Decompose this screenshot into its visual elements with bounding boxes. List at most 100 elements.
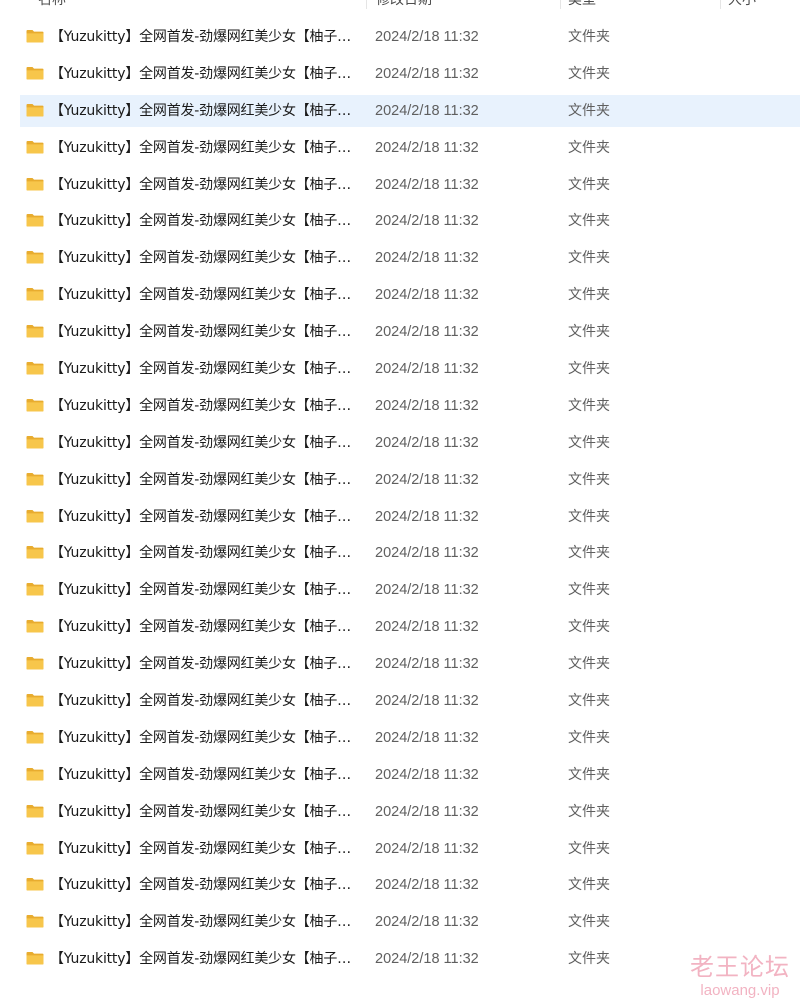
modified-date: 2024/2/18 11:32 [375, 397, 479, 414]
column-header-date[interactable]: 修改日期 [376, 0, 432, 9]
file-name: 【Yuzukitty】全网首发-劲爆网红美少女【柚子猫】 [50, 471, 362, 488]
list-item[interactable]: 【Yuzukitty】全网首发-劲爆网红美少女【柚子猫】 2024/2/18 11… [0, 56, 800, 93]
column-divider[interactable] [560, 0, 561, 9]
file-type: 文件夹 [568, 803, 610, 820]
file-name: 【Yuzukitty】全网首发-劲爆网红美少女【柚子猫】 [50, 213, 362, 230]
file-name: 【Yuzukitty】全网首发-劲爆网红美少女【柚子猫】 [50, 324, 362, 341]
list-item[interactable]: 【Yuzukitty】全网首发-劲爆网红美少女【柚子猫】 2024/2/18 11… [0, 351, 800, 388]
list-item[interactable]: 【Yuzukitty】全网首发-劲爆网红美少女【柚子猫】 2024/2/18 11… [0, 831, 800, 868]
file-name: 【Yuzukitty】全网首发-劲爆网红美少女【柚子猫】 [50, 508, 362, 525]
file-name: 【Yuzukitty】全网首发-劲爆网红美少女【柚子猫】 [50, 803, 362, 820]
folder-icon [26, 545, 44, 559]
folder-icon [26, 29, 44, 43]
modified-date: 2024/2/18 11:32 [375, 213, 479, 230]
list-item[interactable]: 【Yuzukitty】全网首发-劲爆网红美少女【柚子猫】 2024/2/18 11… [0, 794, 800, 831]
modified-date: 2024/2/18 11:32 [375, 324, 479, 341]
folder-icon [26, 656, 44, 670]
modified-date: 2024/2/18 11:32 [375, 471, 479, 488]
folder-icon [26, 66, 44, 80]
list-item[interactable]: 【Yuzukitty】全网首发-劲爆网红美少女【柚子猫】 2024/2/18 11… [0, 646, 800, 683]
folder-icon [26, 177, 44, 191]
list-item[interactable]: 【Yuzukitty】全网首发-劲爆网红美少女【柚子猫】 2024/2/18 11… [0, 277, 800, 314]
modified-date: 2024/2/18 11:32 [375, 729, 479, 746]
modified-date: 2024/2/18 11:32 [375, 176, 479, 193]
file-type: 文件夹 [568, 29, 610, 45]
list-item[interactable]: 【Yuzukitty】全网首发-劲爆网红美少女【柚子猫】 2024/2/18 11… [0, 462, 800, 499]
list-item[interactable]: 【Yuzukitty】全网首发-劲爆网红美少女【柚子猫】 2024/2/18 11… [0, 720, 800, 757]
list-item[interactable]: 【Yuzukitty】全网首发-劲爆网红美少女【柚子猫】 2024/2/18 11… [0, 19, 800, 56]
list-item[interactable]: 【Yuzukitty】全网首发-劲爆网红美少女【柚子猫】 2024/2/18 11… [0, 425, 800, 462]
file-type: 文件夹 [568, 139, 610, 156]
folder-icon [26, 435, 44, 449]
list-item[interactable]: 【Yuzukitty】全网首发-劲爆网红美少女【柚子猫】 2024/2/18 11… [0, 240, 800, 277]
modified-date: 2024/2/18 11:32 [375, 582, 479, 599]
modified-date: 2024/2/18 11:32 [375, 65, 479, 82]
file-name: 【Yuzukitty】全网首发-劲爆网红美少女【柚子猫】 [50, 656, 362, 673]
list-item[interactable]: 【Yuzukitty】全网首发-劲爆网红美少女【柚子猫】 2024/2/18 11… [0, 203, 800, 240]
file-name: 【Yuzukitty】全网首发-劲爆网红美少女【柚子猫】 [50, 877, 362, 894]
file-type: 文件夹 [568, 619, 610, 636]
column-header-name[interactable]: 名称 [38, 0, 66, 9]
folder-icon [26, 509, 44, 523]
file-name: 【Yuzukitty】全网首发-劲爆网红美少女【柚子猫】 [50, 545, 362, 562]
file-type: 文件夹 [568, 914, 610, 931]
file-type: 文件夹 [568, 545, 610, 562]
list-item[interactable]: 【Yuzukitty】全网首发-劲爆网红美少女【柚子猫】 2024/2/18 11… [0, 683, 800, 720]
file-type: 文件夹 [568, 729, 610, 746]
folder-icon [26, 287, 44, 301]
modified-date: 2024/2/18 11:32 [375, 619, 479, 636]
file-name: 【Yuzukitty】全网首发-劲爆网红美少女【柚子猫】 [50, 176, 362, 193]
list-item[interactable]: 【Yuzukitty】全网首发-劲爆网红美少女【柚子猫】 2024/2/18 11… [0, 757, 800, 794]
list-item[interactable]: 【Yuzukitty】全网首发-劲爆网红美少女【柚子猫】 2024/2/18 11… [0, 314, 800, 351]
list-item[interactable]: 【Yuzukitty】全网首发-劲爆网红美少女【柚子猫】 2024/2/18 11… [0, 167, 800, 204]
file-name: 【Yuzukitty】全网首发-劲爆网红美少女【柚子猫】 [50, 582, 362, 599]
column-divider[interactable] [720, 0, 721, 9]
file-type: 文件夹 [568, 361, 610, 378]
folder-icon [26, 398, 44, 412]
list-item[interactable]: 【Yuzukitty】全网首发-劲爆网红美少女【柚子猫】 2024/2/18 11… [0, 130, 800, 167]
folder-icon [26, 250, 44, 264]
list-item[interactable]: 【Yuzukitty】全网首发-劲爆网红美少女【柚子猫】 2024/2/18 11… [0, 609, 800, 646]
modified-date: 2024/2/18 11:32 [375, 914, 479, 931]
file-name: 【Yuzukitty】全网首发-劲爆网红美少女【柚子猫】 [50, 619, 362, 636]
list-item[interactable]: 【Yuzukitty】全网首发-劲爆网红美少女【柚子猫】 2024/2/18 11… [0, 867, 800, 904]
file-type: 文件夹 [568, 951, 610, 968]
file-name: 【Yuzukitty】全网首发-劲爆网红美少女【柚子猫】 [50, 729, 362, 746]
modified-date: 2024/2/18 11:32 [375, 508, 479, 525]
file-name: 【Yuzukitty】全网首发-劲爆网红美少女【柚子猫】 [50, 766, 362, 783]
modified-date: 2024/2/18 11:32 [375, 693, 479, 710]
list-item[interactable]: 【Yuzukitty】全网首发-劲爆网红美少女【柚子猫】 2024/2/18 11… [0, 904, 800, 941]
column-header-type[interactable]: 类型 [568, 0, 596, 9]
folder-icon [26, 619, 44, 633]
modified-date: 2024/2/18 11:32 [375, 139, 479, 156]
list-item[interactable]: 【Yuzukitty】全网首发-劲爆网红美少女【柚子猫】 2024/2/18 11… [0, 388, 800, 425]
modified-date: 2024/2/18 11:32 [375, 361, 479, 378]
folder-icon [26, 914, 44, 928]
list-item[interactable]: 【Yuzukitty】全网首发-劲爆网红美少女【柚子猫】 2024/2/18 11… [0, 499, 800, 536]
file-name: 【Yuzukitty】全网首发-劲爆网红美少女【柚子猫】 [50, 914, 362, 931]
modified-date: 2024/2/18 11:32 [375, 29, 479, 45]
list-item[interactable]: 【Yuzukitty】全网首发-劲爆网红美少女【柚子猫】 2024/2/18 11… [0, 93, 800, 130]
column-header-size[interactable]: 大小 [728, 0, 756, 9]
folder-icon [26, 213, 44, 227]
modified-date: 2024/2/18 11:32 [375, 656, 479, 673]
folder-icon [26, 841, 44, 855]
folder-icon [26, 361, 44, 375]
file-type: 文件夹 [568, 65, 610, 82]
file-name: 【Yuzukitty】全网首发-劲爆网红美少女【柚子猫】 [50, 65, 362, 82]
column-header: 名称 修改日期 类型 大小 [0, 0, 800, 9]
list-item[interactable]: 【Yuzukitty】全网首发-劲爆网红美少女【柚子猫】 2024/2/18 11… [0, 535, 800, 572]
file-name: 【Yuzukitty】全网首发-劲爆网红美少女【柚子猫】 [50, 397, 362, 414]
file-type: 文件夹 [568, 508, 610, 525]
file-name: 【Yuzukitty】全网首发-劲爆网红美少女【柚子猫】 [50, 361, 362, 378]
watermark-url: laowang.vip [700, 982, 780, 999]
list-item[interactable]: 【Yuzukitty】全网首发-劲爆网红美少女【柚子猫】 2024/2/18 11… [0, 941, 800, 978]
file-name: 【Yuzukitty】全网首发-劲爆网红美少女【柚子猫】 [50, 434, 362, 451]
folder-icon [26, 324, 44, 338]
modified-date: 2024/2/18 11:32 [375, 434, 479, 451]
folder-icon [26, 472, 44, 486]
file-name: 【Yuzukitty】全网首发-劲爆网红美少女【柚子猫】 [50, 250, 362, 267]
folder-icon [26, 582, 44, 596]
list-item[interactable]: 【Yuzukitty】全网首发-劲爆网红美少女【柚子猫】 2024/2/18 11… [0, 572, 800, 609]
column-divider[interactable] [366, 0, 367, 9]
